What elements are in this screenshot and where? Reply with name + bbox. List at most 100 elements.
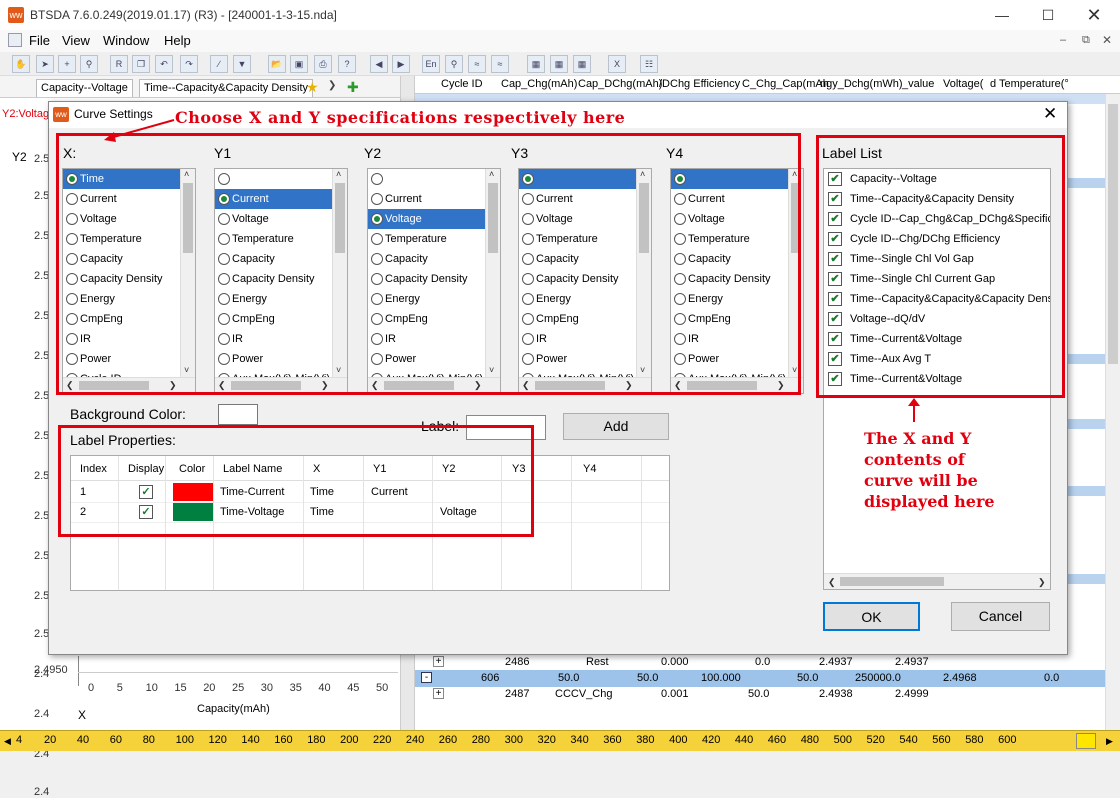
menu-file[interactable]: File bbox=[29, 33, 50, 48]
line-icon[interactable]: ∕ bbox=[210, 55, 228, 73]
settings-grid-icon[interactable]: ☷ bbox=[640, 55, 658, 73]
window-close-button[interactable]: ✕ bbox=[1071, 0, 1117, 30]
table-row[interactable]: + 2487 CCCV_Chg 0.001 50.0 2.4938 2.4999 bbox=[415, 686, 1105, 704]
ruler-label: 300 bbox=[504, 734, 523, 746]
table-icon[interactable]: ▦ bbox=[527, 55, 545, 73]
y-tick-label: 2.5 bbox=[34, 470, 50, 482]
ruler-label: 540 bbox=[899, 734, 918, 746]
grid-cell: 2.4968 bbox=[943, 672, 977, 684]
col-value[interactable]: _value bbox=[902, 78, 934, 90]
table3-icon[interactable]: ▦ bbox=[573, 55, 591, 73]
ruler-label: 420 bbox=[702, 734, 721, 746]
grid-cell: Rest bbox=[586, 656, 609, 668]
annotation-line: The X and Y bbox=[864, 429, 972, 448]
grid-vertical-scrollbar[interactable] bbox=[1105, 94, 1120, 730]
scroll-left-icon[interactable]: ❮ bbox=[828, 577, 836, 588]
x-tick-label: 10 bbox=[145, 682, 158, 694]
col-cycle-id[interactable]: Cycle ID bbox=[441, 78, 483, 90]
table-row-selected[interactable]: - 606 50.0 50.0 100.000 50.0 250000.0 2.… bbox=[415, 670, 1105, 687]
ok-button[interactable]: OK bbox=[823, 602, 920, 631]
help-icon[interactable]: ? bbox=[338, 55, 356, 73]
menu-view[interactable]: View bbox=[62, 33, 90, 48]
annotation-line: curve will be bbox=[864, 471, 978, 490]
curve2-icon[interactable]: ≈ bbox=[491, 55, 509, 73]
ruler-label: 500 bbox=[833, 734, 852, 746]
minimize-button[interactable]: — bbox=[979, 0, 1025, 30]
mdi-close-icon[interactable]: ✕ bbox=[1102, 33, 1112, 47]
x-tick-label: 35 bbox=[289, 682, 302, 694]
grid-cell: 0.000 bbox=[661, 656, 689, 668]
mdi-restore-icon[interactable]: ⧉ bbox=[1082, 34, 1090, 47]
ruler-right-arrow-icon[interactable]: ▶ bbox=[1106, 736, 1113, 747]
col-cap-chg[interactable]: Cap_Chg(mAh) bbox=[501, 78, 577, 90]
back-icon[interactable]: ◀ bbox=[370, 55, 388, 73]
tab-capacity-voltage[interactable]: Capacity--Voltage bbox=[36, 79, 133, 97]
star-icon[interactable]: ★ bbox=[306, 79, 319, 96]
y-tick-label: 2.5 bbox=[34, 310, 50, 322]
copy-icon[interactable]: ❐ bbox=[132, 55, 150, 73]
curve-icon[interactable]: ≈ bbox=[468, 55, 486, 73]
annotation-choose-xy: Choose X and Y specifications respective… bbox=[175, 108, 626, 127]
rst-icon[interactable]: R bbox=[110, 55, 128, 73]
hand-icon[interactable]: ✋ bbox=[12, 55, 30, 73]
background-color-swatch[interactable] bbox=[218, 404, 258, 425]
x-tick-label: 0 bbox=[88, 682, 95, 694]
expand-icon[interactable]: + bbox=[433, 688, 444, 699]
ruler-label: 380 bbox=[636, 734, 655, 746]
ruler-label: 600 bbox=[998, 734, 1017, 746]
ruler-label: 460 bbox=[767, 734, 787, 746]
ruler-label: 400 bbox=[669, 734, 688, 746]
grid-cell: 100.000 bbox=[701, 672, 741, 684]
annotation-box-label-list bbox=[816, 135, 1065, 398]
label-list-hscrollbar[interactable]: ❮ ❯ bbox=[824, 573, 1050, 589]
add-tab-icon[interactable]: ✚ bbox=[347, 79, 359, 96]
print-icon[interactable]: ⎙ bbox=[314, 55, 332, 73]
annotation-arrow-left bbox=[104, 119, 175, 142]
background-color-label: Background Color: bbox=[70, 406, 186, 422]
zoom-in-icon[interactable]: + bbox=[58, 55, 76, 73]
scrollbar-thumb[interactable] bbox=[840, 577, 944, 586]
pin-icon[interactable]: ⚲ bbox=[445, 55, 463, 73]
cancel-button[interactable]: Cancel bbox=[951, 602, 1050, 631]
scroll-right-icon[interactable]: ❯ bbox=[1038, 577, 1046, 588]
table2-icon[interactable]: ▦ bbox=[550, 55, 568, 73]
ruler-marker[interactable] bbox=[1076, 733, 1096, 749]
menu-help[interactable]: Help bbox=[164, 33, 191, 48]
open-folder-icon[interactable]: 📂 bbox=[268, 55, 286, 73]
menu-window[interactable]: Window bbox=[103, 33, 149, 48]
mdi-minimize-icon[interactable]: – bbox=[1060, 34, 1066, 46]
scrollbar-thumb[interactable] bbox=[1108, 104, 1118, 364]
dialog-close-button[interactable]: ✕ bbox=[1043, 104, 1057, 124]
filter-icon[interactable]: ▼ bbox=[233, 55, 251, 73]
y-tick-label: 2.5 bbox=[34, 190, 50, 202]
collapse-icon[interactable]: - bbox=[421, 672, 432, 683]
excel-icon[interactable]: X bbox=[608, 55, 626, 73]
x-tick-label: 25 bbox=[232, 682, 245, 694]
bottom-ruler[interactable]: ◀ 4 20 40 60 80 100 120 140 160 180 200 220 240 260 28… bbox=[0, 730, 1120, 751]
redo-icon[interactable]: ↷ bbox=[180, 55, 198, 73]
table-column-divider bbox=[571, 456, 572, 590]
save-icon[interactable]: ▣ bbox=[290, 55, 308, 73]
ruler-label: 200 bbox=[340, 734, 359, 746]
pointer-icon[interactable]: ➤ bbox=[36, 55, 54, 73]
language-icon[interactable]: En bbox=[422, 55, 440, 73]
undo-icon[interactable]: ↶ bbox=[155, 55, 173, 73]
col-temperature[interactable]: d Temperature(° bbox=[990, 78, 1069, 90]
maximize-button[interactable]: ☐ bbox=[1025, 0, 1071, 30]
expand-icon[interactable]: + bbox=[433, 656, 444, 667]
col-efficiency[interactable]: /DChg Efficiency bbox=[659, 78, 740, 90]
col-voltage[interactable]: Voltage( bbox=[943, 78, 983, 90]
grid-cell: 2.4938 bbox=[819, 688, 853, 700]
add-button[interactable]: Add bbox=[563, 413, 669, 440]
tab-time-capacity[interactable]: Time--Capacity&Capacity Density bbox=[139, 79, 314, 97]
grid-cell: CCCV_Chg bbox=[555, 688, 613, 700]
col-cap-dchg[interactable]: Cap_DChg(mAh) bbox=[578, 78, 662, 90]
col-c-chg-cap[interactable]: C_Chg_Cap(mAh bbox=[742, 78, 829, 90]
title-bar: ww BTSDA 7.6.0.249(2019.01.17) (R3) - [2… bbox=[0, 0, 1120, 30]
ruler-left-arrow-icon[interactable]: ◀ bbox=[4, 736, 11, 747]
tab-scroll-arrow-icon[interactable]: ❯ bbox=[328, 80, 336, 91]
zoom-icon[interactable]: ⚲ bbox=[80, 55, 98, 73]
forward-icon[interactable]: ▶ bbox=[392, 55, 410, 73]
ruler-label: 160 bbox=[274, 734, 293, 746]
col-energy-dchg[interactable]: ngy_Dchg(mWh) bbox=[820, 78, 903, 90]
